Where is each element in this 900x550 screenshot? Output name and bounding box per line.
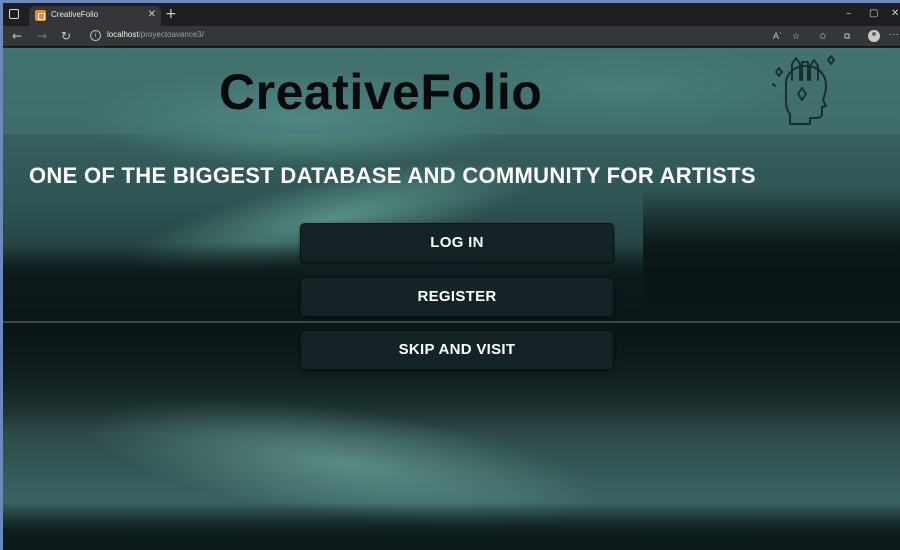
site-info-icon[interactable]: i bbox=[90, 30, 101, 41]
collections-icon[interactable]: ⧉ bbox=[844, 29, 850, 43]
tab-close-icon[interactable]: ✕ bbox=[148, 8, 156, 22]
page-viewport: CreativeFolio ONE OF THE BIGGEST DATABAS… bbox=[3, 48, 900, 550]
url-host: localhost bbox=[107, 30, 139, 39]
browser-toolbar: ← → ↻ i localhost/proyectoavance3/ Aʾ ☆ … bbox=[3, 26, 900, 47]
creative-head-icon bbox=[772, 55, 835, 125]
register-button[interactable]: REGISTER bbox=[300, 277, 614, 317]
close-window-button[interactable]: ✕ bbox=[891, 7, 899, 21]
tagline: ONE OF THE BIGGEST DATABASE AND COMMUNIT… bbox=[29, 163, 756, 188]
url-path: /proyectoavance3/ bbox=[138, 30, 204, 39]
maximize-button[interactable]: ▢ bbox=[869, 7, 878, 21]
reload-icon[interactable]: ↻ bbox=[61, 28, 71, 44]
skip-and-visit-button[interactable]: SKIP AND VISIT bbox=[300, 330, 614, 370]
browser-tab[interactable]: CreativeFolio ✕ bbox=[29, 6, 161, 26]
address-bar[interactable]: localhost/proyectoavance3/ bbox=[107, 30, 204, 39]
more-icon[interactable]: ··· bbox=[889, 28, 899, 42]
forward-icon[interactable]: → bbox=[37, 28, 47, 44]
brand-logo[interactable]: CreativeFolio bbox=[219, 62, 542, 122]
minimize-button[interactable]: – bbox=[846, 7, 851, 21]
tab-strip: CreativeFolio ✕ + – ▢ ✕ bbox=[3, 3, 900, 26]
browser-window: CreativeFolio ✕ + – ▢ ✕ ← → ↻ i localhos… bbox=[3, 3, 900, 550]
profile-icon[interactable] bbox=[868, 30, 880, 42]
favorites-icon[interactable]: ✩ bbox=[819, 29, 827, 43]
tab-title: CreativeFolio bbox=[51, 10, 99, 19]
favicon-icon bbox=[35, 10, 46, 21]
back-icon[interactable]: ← bbox=[12, 28, 22, 44]
new-tab-button[interactable]: + bbox=[165, 6, 177, 22]
login-button[interactable]: LOG IN bbox=[300, 223, 614, 263]
foreground bbox=[3, 503, 900, 550]
read-aloud-icon[interactable]: Aʾ bbox=[773, 29, 782, 43]
window-menu-icon[interactable] bbox=[9, 9, 19, 19]
add-favorite-icon[interactable]: ☆ bbox=[792, 29, 800, 43]
